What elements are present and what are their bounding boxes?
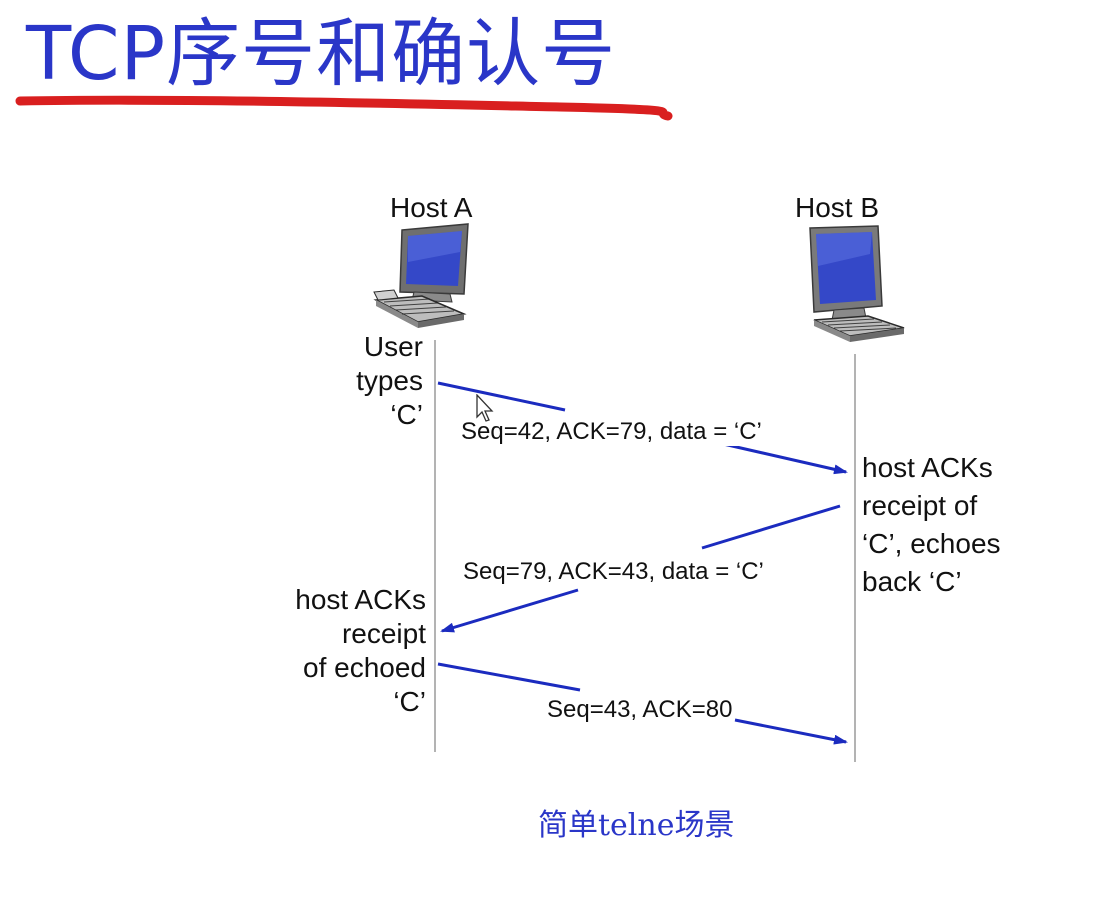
host-b-ack-line-4: back ‘C’	[862, 566, 962, 597]
host-b-ack-line-2: receipt of	[862, 490, 978, 521]
host-b-ack-note: host ACKs receipt of ‘C’, echoes back ‘C…	[862, 449, 1001, 601]
user-types-line-3: ‘C’	[390, 399, 423, 430]
host-a-ack-line-4: ‘C’	[393, 686, 426, 717]
host-a-ack-line-2: receipt	[341, 618, 426, 649]
segment-1-label: Seq=42, ACK=79, data = ‘C’	[459, 418, 764, 446]
user-types-note: User types ‘C’	[356, 330, 423, 432]
host-b-ack-line-3: ‘C’, echoes	[862, 528, 1001, 559]
user-types-line-2: types	[356, 365, 423, 396]
host-a-ack-line-1: host ACKs	[295, 584, 426, 615]
user-types-line-1: User	[363, 331, 423, 362]
segment-3-label: Seq=43, ACK=80	[545, 696, 735, 724]
segment-2-label: Seq=79, ACK=43, data = ‘C’	[461, 558, 766, 586]
mouse-cursor-icon	[476, 394, 494, 422]
host-b-ack-line-1: host ACKs	[862, 452, 993, 483]
diagram-caption: 简单telne场景	[538, 808, 735, 843]
host-a-ack-note: host ACKs receipt of echoed ‘C’	[295, 583, 426, 719]
host-a-ack-line-3: of echoed	[303, 652, 426, 683]
